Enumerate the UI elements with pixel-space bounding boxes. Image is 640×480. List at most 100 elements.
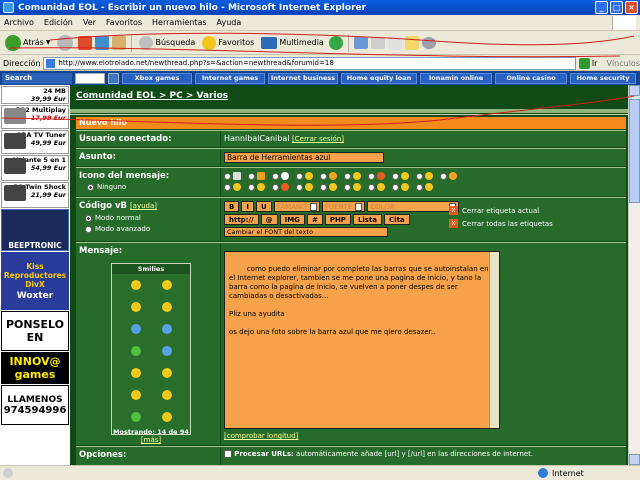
color-select[interactable]: COLOR: [367, 201, 460, 212]
history-icon[interactable]: [328, 35, 343, 50]
linkbar-link-home-equity-loan[interactable]: Home equity loan: [341, 72, 417, 84]
menu-edicion[interactable]: Edición: [44, 18, 73, 27]
smiley-icon[interactable]: [130, 302, 141, 312]
address-input[interactable]: http://www.elotrolado.net/newthread.php?…: [43, 56, 576, 70]
linkbar-link-internet-business[interactable]: Internet business: [268, 72, 338, 84]
menu-herramientas[interactable]: Herramientas: [152, 18, 207, 27]
check-length-link[interactable]: [comprobar longitud]: [224, 432, 298, 440]
message-textarea[interactable]: como puedo eliminar por completo las bar…: [224, 251, 500, 429]
scroll-down-button[interactable]: [629, 454, 640, 465]
linkbar-link-ionamin-online[interactable]: Ionamin online: [420, 72, 492, 84]
search-button[interactable]: Búsqueda: [137, 35, 197, 50]
linkbar-link-online-casino[interactable]: Online casino: [495, 72, 567, 84]
multimedia-button[interactable]: Multimedia: [259, 36, 325, 49]
page-scrollbar[interactable]: [628, 85, 640, 465]
icon-radio[interactable]: [392, 172, 399, 180]
quote-button[interactable]: Cita: [384, 214, 410, 225]
icon-radio[interactable]: [320, 183, 327, 191]
icon-radio[interactable]: [344, 183, 351, 191]
linkbar-link-xbox-games[interactable]: Xbox games: [122, 72, 192, 84]
subject-input[interactable]: Barra de Herramientas azul: [224, 152, 384, 163]
icon-radio[interactable]: [248, 172, 255, 180]
menu-archivo[interactable]: Archivo: [4, 18, 34, 27]
code-button[interactable]: #: [306, 214, 323, 225]
ad-gba-tv-tuner[interactable]: GBA TV Tuner 49,99 Eur: [1, 130, 69, 154]
close-current-tag[interactable]: Cerrar etiqueta actual: [462, 207, 539, 215]
smiley-icon[interactable]: [130, 346, 141, 356]
icon-radio[interactable]: [320, 172, 327, 180]
close-all-tags[interactable]: Cerrar todas las etiquetas: [462, 220, 553, 228]
print-icon[interactable]: [370, 36, 385, 49]
url-button[interactable]: http://: [224, 214, 259, 225]
smiley-icon[interactable]: [130, 368, 141, 378]
smiley-icon[interactable]: [161, 302, 172, 312]
mode-advanced-radio[interactable]: [85, 225, 92, 233]
php-button[interactable]: PHP: [324, 214, 351, 225]
ad-memory-card[interactable]: 24 MB 39,99 Eur: [1, 86, 69, 104]
edit-icon[interactable]: [387, 35, 402, 50]
icon-radio[interactable]: [224, 183, 231, 191]
icon-radio[interactable]: [272, 172, 279, 180]
forward-button[interactable]: [55, 34, 75, 51]
icon-radio[interactable]: [368, 172, 375, 180]
font-select[interactable]: FUENTE: [321, 201, 366, 212]
smiley-icon[interactable]: [161, 346, 172, 356]
ad-volante[interactable]: Volante 5 en 1 54,99 Eur: [1, 155, 69, 181]
linkbar-link-home-security[interactable]: Home security: [570, 72, 636, 84]
parse-urls-checkbox[interactable]: [224, 450, 232, 458]
icon-radio[interactable]: [416, 183, 423, 191]
folder-icon[interactable]: [404, 35, 419, 50]
mode-normal-radio[interactable]: [85, 214, 92, 222]
ad-beeptronic[interactable]: BEEPTRONIC: [1, 209, 69, 251]
refresh-icon[interactable]: [95, 35, 110, 50]
ad-ponselo[interactable]: PONSELO EN: [1, 311, 69, 351]
ad-innova-games[interactable]: INNOV@ games: [1, 352, 69, 384]
close-all-tags-icon[interactable]: x: [449, 219, 458, 228]
smiley-icon[interactable]: [130, 324, 141, 334]
ad-ps2-multiplay[interactable]: PS2 Multiplay 17,99 Eur: [1, 105, 69, 129]
smiley-icon[interactable]: [130, 412, 141, 422]
window-titlebar[interactable]: Comunidad EOL - Escribir un nuevo hilo -…: [0, 0, 640, 15]
smiley-icon[interactable]: [161, 368, 172, 378]
icon-radio[interactable]: [344, 172, 351, 180]
icon-radio[interactable]: [368, 183, 375, 191]
stop-icon[interactable]: [78, 35, 93, 50]
icon-none-radio[interactable]: [87, 183, 94, 191]
scroll-up-button[interactable]: [629, 85, 640, 96]
icon-radio[interactable]: [248, 183, 255, 191]
home-icon[interactable]: [112, 35, 127, 50]
favorites-button[interactable]: Favoritos: [200, 35, 256, 50]
linkbar-go-button[interactable]: [108, 72, 119, 84]
messenger-icon[interactable]: [421, 36, 436, 49]
size-select[interactable]: TAMAÑO: [273, 201, 320, 212]
linkbar-search-input[interactable]: [75, 72, 105, 84]
vbcode-help-link[interactable]: [ayuda]: [130, 202, 157, 210]
ad-kiss-divx[interactable]: Kiss Reproductores DivX Woxter: [1, 252, 69, 310]
breadcrumb[interactable]: Comunidad EOL > PC > Varios: [76, 91, 228, 101]
textarea-scrollbar[interactable]: [489, 252, 499, 428]
smiley-icon[interactable]: [161, 324, 172, 334]
minimize-button[interactable]: _: [595, 1, 608, 14]
smiley-icon[interactable]: [130, 390, 141, 400]
bold-button[interactable]: B: [224, 201, 240, 212]
menu-ayuda[interactable]: Ayuda: [217, 18, 242, 27]
smiley-icon[interactable]: [161, 412, 172, 422]
back-dropdown-icon[interactable]: ▼: [46, 39, 51, 46]
linkbar-link-internet-games[interactable]: Internet games: [195, 72, 265, 84]
scroll-thumb[interactable]: [629, 99, 640, 203]
back-button[interactable]: Atrás ▼: [3, 34, 52, 51]
ad-llamenos[interactable]: LLAMENOS 974594996: [1, 385, 69, 425]
icon-radio[interactable]: [392, 183, 399, 191]
maximize-button[interactable]: □: [610, 1, 623, 14]
smiley-icon[interactable]: [161, 390, 172, 400]
icon-radio[interactable]: [224, 172, 231, 180]
icon-radio[interactable]: [440, 172, 447, 180]
icon-radio[interactable]: [416, 172, 423, 180]
menu-ver[interactable]: Ver: [83, 18, 96, 27]
go-button[interactable]: Ir: [578, 57, 597, 69]
underline-button[interactable]: U: [255, 201, 272, 212]
icon-radio[interactable]: [272, 183, 279, 191]
icon-radio[interactable]: [296, 183, 303, 191]
italic-button[interactable]: I: [241, 201, 254, 212]
img-button[interactable]: IMG: [279, 214, 305, 225]
